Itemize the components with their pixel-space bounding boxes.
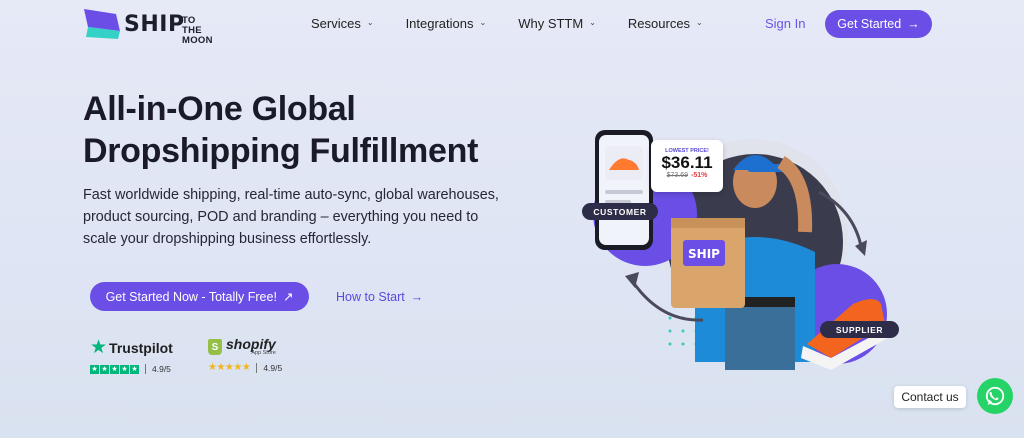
nav-item-why-sttm[interactable]: Why STTM ⌄ (518, 16, 596, 31)
trustpilot-rating[interactable]: ★ Trustpilot ★ ★ ★ ★ ★ 4.9/5 (90, 337, 173, 374)
brand-name: SHIP (124, 12, 185, 37)
price-card: LOWEST PRICE! $36.11 $73.69 -51% (651, 140, 723, 192)
customer-tag: CUSTOMER (582, 203, 658, 220)
shopify-logo: S shopify App Store (208, 337, 282, 356)
hero-title: All-in-One Global Dropshipping Fulfillme… (83, 90, 479, 170)
discount-badge: -51% (691, 172, 708, 179)
get-started-free-button[interactable]: Get Started Now - Totally Free! ↗ (90, 282, 309, 311)
supplier-tag: SUPPLIER (820, 321, 899, 338)
package-box: SHIP (671, 218, 745, 308)
chevron-down-icon: ⌄ (479, 18, 487, 27)
arrow-right-icon: → (410, 290, 424, 304)
trustpilot-stars: ★ ★ ★ ★ ★ (90, 364, 139, 374)
box-label: SHIP (688, 247, 720, 261)
brand-tagline: TO THE MOON (182, 15, 213, 46)
nav-item-integrations[interactable]: Integrations ⌄ (406, 16, 487, 31)
arrow-right-icon: → (907, 17, 920, 31)
contact-us-button[interactable]: Contact us (894, 386, 966, 408)
brand-logo[interactable]: SHIP TO THE MOON (84, 9, 212, 46)
shopify-rating[interactable]: S shopify App Store ★★★★★ 4.9/5 (208, 337, 283, 373)
sign-in-link[interactable]: Sign In (765, 16, 805, 31)
arrow-up-right-icon: ↗ (282, 290, 294, 304)
trustpilot-score: 4.9/5 (152, 364, 171, 374)
chevron-down-icon: ⌄ (589, 18, 596, 27)
old-price: $73.69 (666, 172, 689, 179)
whatsapp-icon (985, 386, 1005, 406)
chevron-down-icon: ⌄ (696, 18, 703, 27)
nav-item-resources[interactable]: Resources ⌄ (628, 16, 703, 31)
get-started-button[interactable]: Get Started → (825, 10, 932, 38)
star-icon: ★ (90, 337, 108, 358)
price-value: $36.11 (661, 153, 713, 172)
main-nav: Services ⌄ Integrations ⌄ Why STTM ⌄ Resour… (311, 16, 703, 31)
chevron-down-icon: ⌄ (366, 18, 374, 27)
hero-subtitle: Fast worldwide shipping, real-time auto-… (83, 187, 499, 247)
shopify-score: 4.9/5 (263, 362, 283, 373)
logo-mark-icon (84, 9, 120, 39)
trustpilot-logo: ★ Trustpilot (90, 337, 173, 358)
whatsapp-button[interactable] (977, 378, 1013, 414)
nav-item-services[interactable]: Services ⌄ (311, 16, 374, 31)
phone-icon (595, 130, 653, 250)
shopify-bag-icon: S (208, 339, 222, 355)
how-to-start-link[interactable]: How to Start → (336, 290, 423, 304)
shopify-stars: ★★★★★ (208, 362, 251, 373)
